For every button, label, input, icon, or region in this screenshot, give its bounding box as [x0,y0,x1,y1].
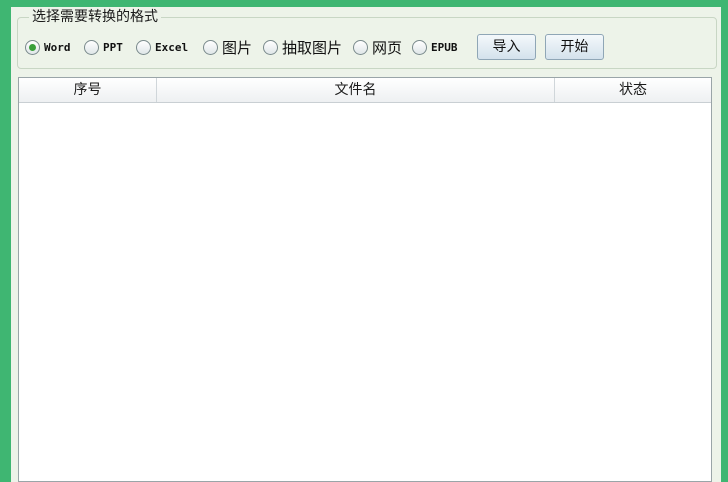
format-group-title: 选择需要转换的格式 [29,8,161,26]
radio-webpage-indicator[interactable] [353,39,368,55]
column-header-filename[interactable]: 文件名 [157,78,555,102]
radio-epub-label: EPUB [431,40,458,54]
radio-excel-label: Excel [155,40,189,54]
radio-word-indicator[interactable] [25,39,40,55]
column-header-status[interactable]: 状态 [555,78,711,102]
radio-excel-indicator[interactable] [136,39,151,55]
radio-word[interactable]: Word [25,38,71,56]
radio-image-label: 图片 [222,38,253,57]
file-list-header: 序号 文件名 状态 [19,78,711,103]
radio-extract-images[interactable]: 抽取图片 [263,38,343,57]
radio-word-label: Word [44,40,71,54]
radio-epub-indicator[interactable] [412,39,427,55]
radio-image[interactable]: 图片 [203,38,253,57]
import-button[interactable]: 导入 [477,34,536,60]
radio-excel[interactable]: Excel [136,38,188,56]
radio-webpage-label: 网页 [372,38,403,57]
radio-epub[interactable]: EPUB [412,38,458,56]
radio-ppt[interactable]: PPT [84,38,123,56]
start-button[interactable]: 开始 [545,34,604,60]
radio-ppt-indicator[interactable] [84,39,99,55]
radio-extract-images-indicator[interactable] [263,39,278,55]
converter-window: 选择需要转换的格式 Word PPT Excel 图片 抽取图片 网页 EPUB… [11,7,721,482]
radio-ppt-label: PPT [103,40,123,54]
file-list[interactable]: 序号 文件名 状态 [18,77,712,482]
radio-image-indicator[interactable] [203,39,218,55]
radio-extract-images-label: 抽取图片 [282,38,343,57]
column-header-index[interactable]: 序号 [19,78,157,102]
radio-webpage[interactable]: 网页 [353,38,403,57]
